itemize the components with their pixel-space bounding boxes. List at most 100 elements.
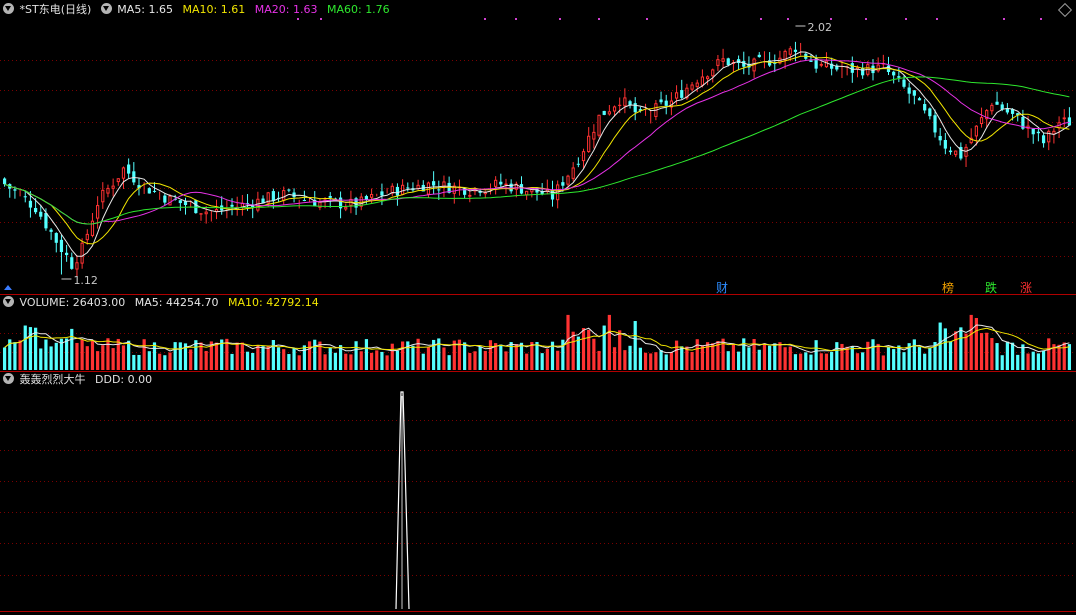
stock-title: *ST东电(日线) bbox=[19, 3, 92, 16]
volume-bar bbox=[504, 351, 508, 370]
candle-body bbox=[204, 211, 208, 215]
volume-bar bbox=[2, 347, 7, 370]
candle-body bbox=[271, 191, 275, 202]
candle-body bbox=[194, 200, 198, 214]
volume-bar bbox=[271, 340, 275, 370]
chevron-down-icon[interactable] bbox=[3, 373, 14, 384]
volume-bar bbox=[163, 355, 167, 370]
volume-bar bbox=[680, 346, 684, 370]
volume-bar bbox=[628, 345, 632, 370]
event-dot bbox=[559, 18, 561, 20]
volume-bar bbox=[809, 354, 813, 370]
volume-bar bbox=[778, 342, 782, 370]
volume-bar bbox=[649, 353, 653, 370]
candle-body bbox=[690, 84, 694, 90]
volume-bar bbox=[214, 342, 219, 370]
candle-body bbox=[592, 131, 596, 140]
volume-bar bbox=[204, 350, 208, 370]
volume-bar bbox=[44, 339, 48, 370]
candle-body bbox=[494, 179, 498, 187]
candle-body bbox=[75, 262, 79, 270]
volume-bar bbox=[736, 351, 741, 370]
candle-body bbox=[328, 196, 332, 198]
candle-body bbox=[954, 150, 958, 155]
volume-bar bbox=[912, 339, 916, 370]
volume-bar bbox=[230, 353, 234, 370]
candle-body bbox=[147, 188, 151, 194]
vol-ma10-readout: MA10: 42792.14 bbox=[228, 296, 319, 309]
volume-bar bbox=[85, 346, 89, 370]
volume-bar bbox=[354, 341, 358, 370]
candle-body bbox=[44, 212, 48, 229]
volume-bar bbox=[65, 338, 69, 370]
chevron-down-icon[interactable] bbox=[3, 3, 14, 14]
volume-bar bbox=[468, 353, 472, 370]
volume-readout: VOLUME: 26403.00 bbox=[19, 296, 126, 309]
ddd-signal-line bbox=[395, 391, 410, 610]
candle-body bbox=[1036, 131, 1041, 134]
volume-bar bbox=[830, 351, 834, 370]
candle-body bbox=[979, 117, 984, 124]
volume-bar bbox=[612, 347, 617, 370]
chevron-down-icon[interactable] bbox=[3, 296, 14, 307]
candle-body bbox=[576, 163, 580, 165]
volume-bar bbox=[1047, 338, 1051, 370]
volume-bar bbox=[969, 314, 973, 370]
volume-bar bbox=[473, 351, 477, 370]
volume-bar bbox=[654, 352, 658, 370]
volume-bar bbox=[178, 342, 182, 370]
volume-bar bbox=[892, 349, 896, 370]
volume-bar bbox=[990, 338, 994, 370]
volume-bar bbox=[447, 355, 451, 370]
volume-bar bbox=[23, 325, 27, 370]
candle-body bbox=[1031, 129, 1035, 135]
event-marker: 财 bbox=[716, 281, 728, 295]
volume-bar bbox=[390, 343, 394, 370]
indicator-legend: 轰轰烈烈大牛 DDD: 0.00 bbox=[3, 372, 158, 388]
candle-body bbox=[566, 175, 570, 185]
volume-bar bbox=[571, 331, 575, 370]
candle-body bbox=[587, 135, 591, 152]
chevron-down-icon[interactable] bbox=[100, 3, 112, 14]
volume-bar bbox=[96, 351, 100, 370]
candle-body bbox=[287, 189, 291, 191]
volume-bar bbox=[276, 347, 281, 370]
candle-body bbox=[380, 191, 384, 196]
candle-body bbox=[571, 167, 575, 179]
candle-body bbox=[943, 140, 947, 149]
volume-bar bbox=[540, 353, 544, 370]
volume-bar bbox=[364, 339, 369, 370]
candle-body bbox=[468, 194, 472, 197]
volume-bar bbox=[442, 347, 446, 370]
volume-bar bbox=[380, 351, 384, 370]
volume-bar bbox=[948, 341, 953, 370]
price-legend: *ST东电(日线) MA5: 1.65 MA10: 1.61 MA20: 1.6… bbox=[3, 2, 396, 18]
candle-body bbox=[1067, 117, 1072, 126]
event-dot bbox=[484, 18, 486, 20]
event-dot bbox=[320, 18, 322, 20]
candle-body bbox=[519, 184, 524, 194]
event-dot bbox=[905, 18, 907, 20]
volume-bar bbox=[1031, 351, 1035, 370]
volume-bar bbox=[638, 347, 642, 370]
volume-bar bbox=[137, 354, 141, 370]
volume-bar bbox=[369, 352, 374, 370]
ma10-readout: MA10: 1.61 bbox=[182, 3, 246, 16]
ddd-spike bbox=[395, 391, 410, 610]
volume-bar bbox=[282, 349, 286, 370]
volume-bar bbox=[700, 345, 705, 370]
volume-bar bbox=[235, 342, 239, 370]
volume-bar bbox=[1026, 353, 1030, 370]
ddd-readout: DDD: 0.00 bbox=[95, 373, 153, 386]
volume-bar bbox=[344, 353, 348, 370]
volume-bar bbox=[101, 345, 105, 370]
volume-bar bbox=[793, 354, 798, 370]
volume-bar bbox=[695, 339, 699, 370]
volume-bar bbox=[256, 345, 260, 370]
volume-bar bbox=[1036, 353, 1041, 370]
volume-bar bbox=[633, 321, 637, 370]
volume-bar bbox=[824, 353, 829, 370]
candle-body bbox=[721, 58, 725, 62]
candle-body bbox=[2, 178, 7, 185]
volume-bar bbox=[530, 342, 534, 370]
